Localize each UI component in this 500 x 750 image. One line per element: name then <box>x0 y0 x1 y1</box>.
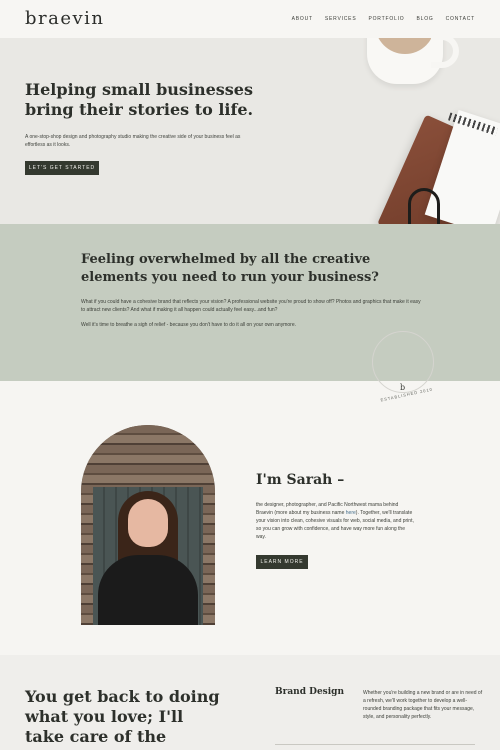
sarah-portrait-image <box>81 425 215 625</box>
about-title: I'm Sarah – <box>256 472 345 488</box>
business-name-link[interactable]: here <box>346 510 356 516</box>
overwhelm-title: Feeling overwhelmed by all the creative … <box>81 252 379 285</box>
nav-about[interactable]: ABOUT <box>292 16 313 22</box>
nav-contact[interactable]: CONTACT <box>446 16 475 22</box>
about-section: b ESTABLISHED 2010 I'm Sarah – the desig… <box>0 331 500 655</box>
lets-get-started-button[interactable]: LET'S GET STARTED <box>25 161 99 175</box>
nav-services[interactable]: SERVICES <box>325 16 357 22</box>
site-logo[interactable]: braevin <box>25 8 105 29</box>
overwhelm-paragraph-1: What if you could have a cohesive brand … <box>81 299 421 313</box>
services-intro-section: You get back to doing what you love; I'l… <box>0 655 500 750</box>
overwhelm-paragraph-2: Well it's time to breathe a sigh of reli… <box>81 322 296 328</box>
face-image <box>128 499 168 547</box>
coffee-image <box>375 38 435 54</box>
learn-more-button[interactable]: LEARN MORE <box>256 555 308 569</box>
glasses-image <box>408 188 440 224</box>
hero-section: Helping small businesses bring their sto… <box>0 38 500 224</box>
about-description: the designer, photographer, and Pacific … <box>256 501 416 541</box>
stamp-mark: b <box>400 383 406 392</box>
sweater-image <box>98 555 198 625</box>
hero-description: A one-stop-shop design and photography s… <box>25 134 241 148</box>
nav-blog[interactable]: BLOG <box>416 16 433 22</box>
mug-handle-image <box>431 38 459 68</box>
hero-title: Helping small businesses bring their sto… <box>25 80 254 119</box>
main-nav: ABOUT SERVICES PORTFOLIO BLOG CONTACT <box>292 16 475 22</box>
service-divider <box>275 744 475 745</box>
brand-design-description: Whether you're building a new brand or a… <box>363 690 483 720</box>
site-header: braevin ABOUT SERVICES PORTFOLIO BLOG CO… <box>0 0 500 38</box>
nav-portfolio[interactable]: PORTFOLIO <box>368 16 404 22</box>
brand-design-title: Brand Design <box>275 687 345 697</box>
services-intro-title: You get back to doing what you love; I'l… <box>25 687 220 750</box>
coffee-mug-image <box>367 38 459 84</box>
